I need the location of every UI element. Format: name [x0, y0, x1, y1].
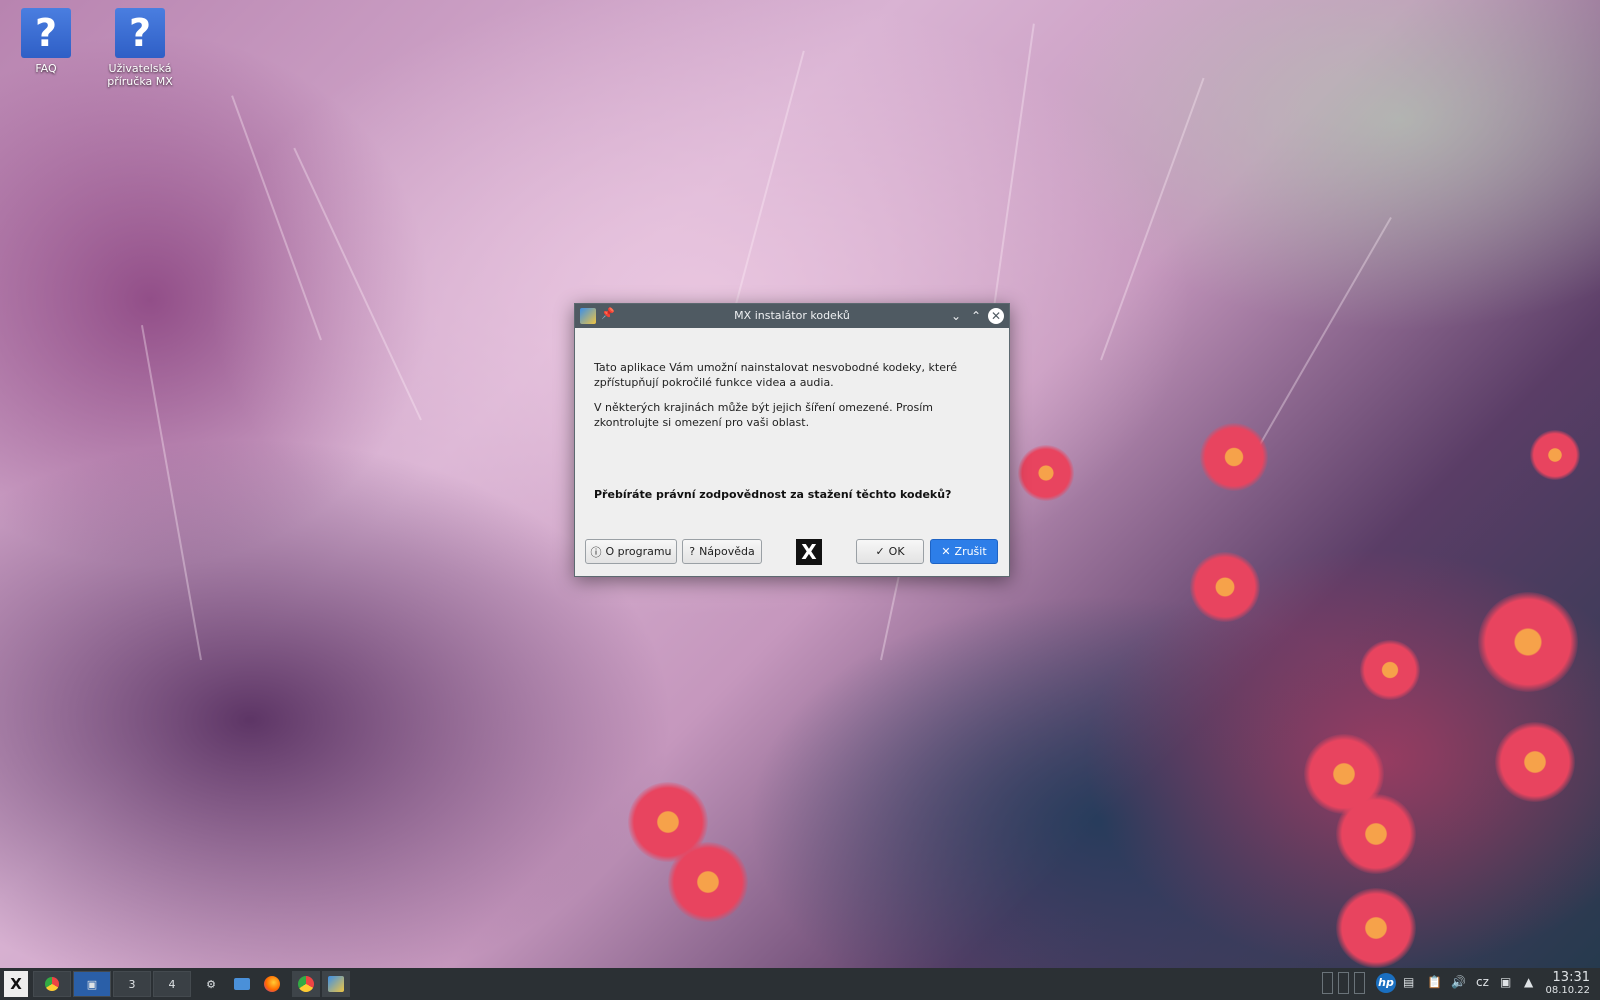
ok-button-label: OK [888, 545, 905, 558]
taskbar: X ▣ 3 4 ⚙ hp ▤ 📋 🔊 cz ▣ ▲ 13:31 08.10.22 [0, 968, 1600, 1000]
clock-time: 13:31 [1552, 970, 1590, 985]
desktop-icon-label: FAQ [35, 62, 57, 75]
about-button-label: O programu [605, 545, 672, 558]
desktop-background: ? FAQ ? Uživatelská příručka MX 📌 MX ins… [0, 0, 1600, 968]
ok-button[interactable]: ✓ OK [856, 539, 924, 564]
description-paragraph: Tato aplikace Vám umožní nainstalovat ne… [594, 361, 958, 389]
workspace-3[interactable]: 3 [113, 971, 151, 997]
chrome-icon [45, 977, 59, 991]
tray-expand-icon[interactable]: ▲ [1524, 975, 1533, 989]
dialog-title: MX instalátor kodeků [734, 309, 850, 322]
about-button[interactable]: ⓘ O programu [585, 539, 677, 564]
pager-slot-2[interactable] [1338, 972, 1349, 994]
workspace-4[interactable]: 4 [153, 971, 191, 997]
close-button[interactable]: ✕ [988, 308, 1004, 324]
maximize-button[interactable]: ⌃ [967, 307, 985, 325]
keyboard-layout-indicator[interactable]: cz [1476, 975, 1489, 989]
file-manager-icon[interactable] [232, 971, 252, 997]
installer-icon: ▣ [86, 977, 98, 991]
pager-slot-1[interactable] [1322, 972, 1333, 994]
clipboard-icon[interactable]: 📋 [1427, 975, 1442, 989]
desktop-icon-manual[interactable]: ? Uživatelská příručka MX [100, 8, 180, 88]
cancel-icon: ✕ [941, 545, 951, 558]
clock[interactable]: 13:31 08.10.22 [1545, 971, 1590, 997]
volume-icon[interactable]: 🔊 [1451, 975, 1466, 989]
hp-printer-icon[interactable]: hp [1376, 973, 1396, 993]
workspace-1[interactable] [33, 971, 71, 997]
pager-slot-3[interactable] [1354, 972, 1365, 994]
codec-installer-window-button[interactable] [322, 971, 350, 997]
help-button[interactable]: ? Nápověda [682, 539, 762, 564]
chrome-window-button[interactable] [292, 971, 320, 997]
info-icon: ⓘ [590, 545, 602, 559]
cancel-button[interactable]: ✕ Zrušit [930, 539, 998, 564]
desktop-icon-label: Uživatelská příručka MX [107, 62, 173, 88]
workspace-2[interactable]: ▣ [73, 971, 111, 997]
dialog-titlebar[interactable]: 📌 MX instalátor kodeků ⌄ ⌃ ✕ [575, 304, 1009, 328]
clock-date: 08.10.22 [1545, 985, 1590, 996]
question-icon: ? [689, 545, 696, 558]
help-icon: ? [21, 8, 71, 58]
warning-paragraph: V některých krajinách může být jejich ší… [594, 401, 934, 429]
help-button-label: Nápověda [699, 545, 755, 558]
settings-launcher-icon[interactable]: ⚙ [202, 971, 220, 997]
help-icon: ? [115, 8, 165, 58]
codec-installer-dialog: 📌 MX instalátor kodeků ⌄ ⌃ ✕ Tato aplika… [574, 303, 1010, 577]
start-menu-button[interactable]: X [4, 971, 28, 997]
network-icon[interactable]: ▣ [1500, 975, 1511, 989]
check-icon: ✓ [875, 545, 885, 558]
desktop-icon-faq[interactable]: ? FAQ [6, 8, 86, 75]
firefox-icon[interactable] [262, 971, 282, 997]
cancel-button-label: Zrušit [954, 545, 987, 558]
disk-icon[interactable]: ▤ [1403, 975, 1414, 989]
question-text: Přebíráte právní zodpovědnost za stažení… [594, 488, 952, 501]
minimize-button[interactable]: ⌄ [947, 307, 965, 325]
mx-logo: X [796, 539, 822, 565]
